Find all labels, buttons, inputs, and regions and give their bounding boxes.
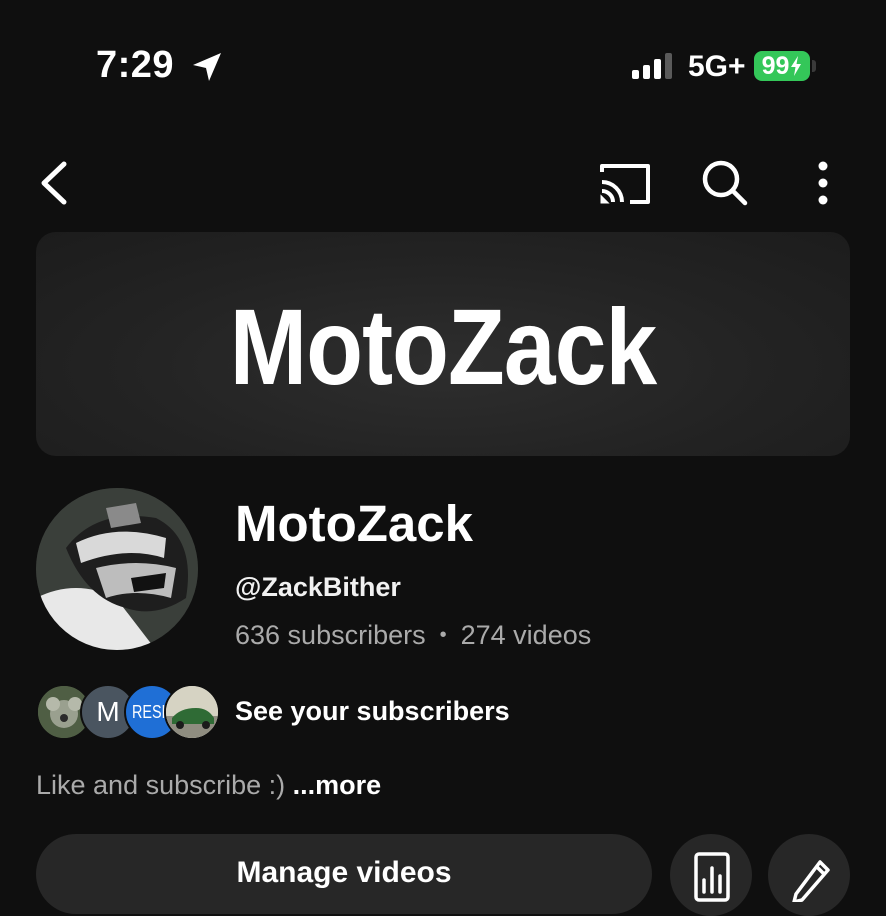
channel-avatar[interactable] bbox=[36, 488, 198, 650]
battery-tip bbox=[812, 60, 816, 72]
subscriber-count: 636 subscribers bbox=[235, 620, 426, 650]
search-icon[interactable] bbox=[700, 158, 748, 206]
helmet-image bbox=[36, 488, 198, 650]
channel-name: MotoZack bbox=[235, 495, 474, 552]
video-count: 274 videos bbox=[460, 620, 592, 650]
banner-text: MotoZack bbox=[229, 285, 657, 407]
stats-separator: • bbox=[439, 624, 447, 646]
status-time: 7:29 bbox=[96, 44, 175, 86]
analytics-button[interactable] bbox=[670, 834, 752, 916]
location-arrow-icon bbox=[193, 53, 221, 81]
edit-pencil-icon bbox=[792, 860, 830, 902]
channel-stats: 636 subscribers • 274 videos bbox=[235, 620, 591, 651]
manage-videos-label: Manage videos bbox=[236, 856, 452, 889]
description-more-link[interactable]: ...more bbox=[293, 770, 382, 800]
more-vertical-icon[interactable] bbox=[806, 160, 840, 206]
car-image bbox=[166, 686, 218, 738]
battery-level: 99 bbox=[761, 51, 790, 80]
manage-videos-button[interactable]: Manage videos bbox=[36, 834, 652, 914]
edit-button[interactable] bbox=[768, 834, 850, 916]
see-subscribers-link[interactable]: See your subscribers bbox=[235, 696, 510, 727]
channel-description[interactable]: Like and subscribe :) ...more bbox=[36, 770, 381, 801]
cast-icon[interactable] bbox=[598, 160, 652, 206]
avatar-letter: M bbox=[96, 696, 120, 727]
channel-handle: @ZackBither bbox=[235, 572, 401, 602]
description-text: Like and subscribe :) bbox=[36, 770, 286, 800]
subscriber-avatar-4[interactable] bbox=[164, 684, 220, 740]
channel-banner: MotoZack bbox=[36, 232, 850, 456]
analytics-icon bbox=[694, 852, 730, 902]
battery-charging-icon: 99 bbox=[754, 51, 810, 81]
signal-bars-icon bbox=[632, 53, 672, 79]
bolt-icon bbox=[791, 56, 802, 76]
network-type: 5G+ bbox=[688, 50, 746, 83]
back-arrow-icon[interactable] bbox=[34, 160, 74, 206]
